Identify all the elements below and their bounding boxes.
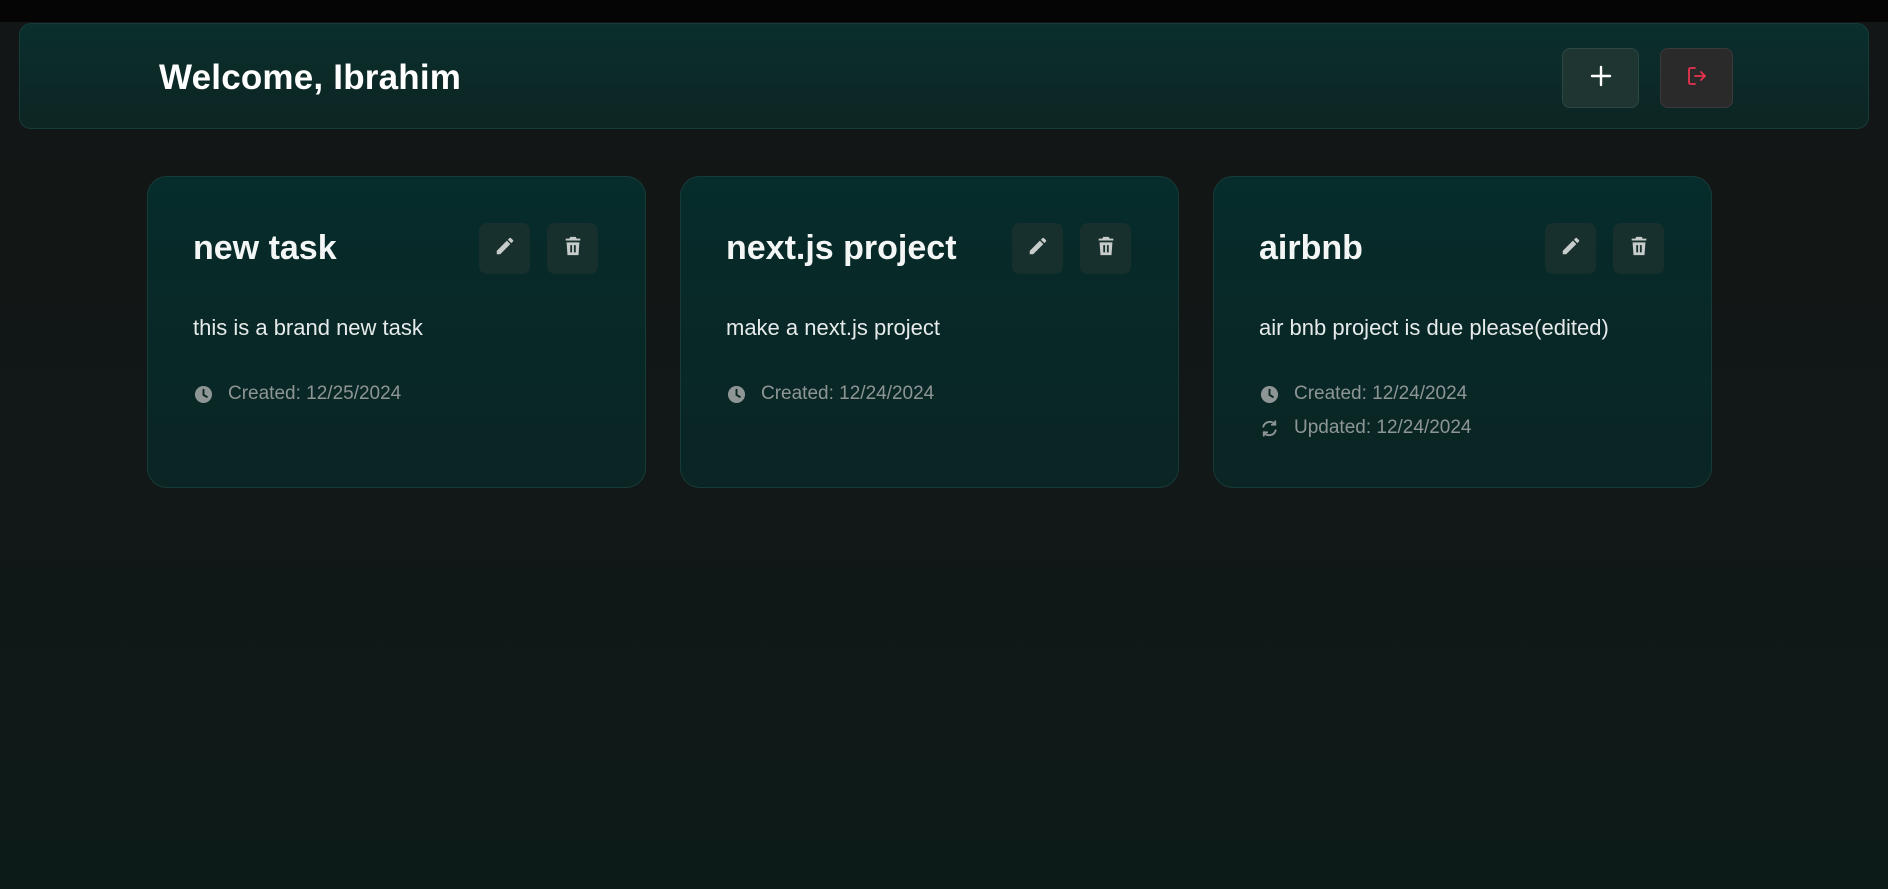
pencil-icon: [1560, 235, 1582, 262]
task-description: air bnb project is due please(edited): [1259, 315, 1609, 340]
clock-icon: [1259, 384, 1279, 404]
pencil-icon: [1027, 235, 1049, 262]
window-top-bar: [0, 0, 1888, 22]
updated-date-text: Updated: 12/24/2024: [1294, 417, 1472, 438]
clock-icon: [726, 384, 746, 404]
trash-icon: [562, 235, 584, 262]
task-card: airbnb air bnb project is due please(edi…: [1213, 176, 1712, 488]
task-title: new task: [193, 229, 337, 267]
page-header: Welcome, Ibrahim: [19, 23, 1869, 129]
pencil-icon: [494, 235, 516, 262]
edit-task-button[interactable]: [1545, 223, 1596, 274]
task-title: airbnb: [1259, 229, 1363, 267]
clock-icon: [193, 384, 213, 404]
welcome-title: Welcome, Ibrahim: [159, 58, 462, 97]
edit-task-button[interactable]: [479, 223, 530, 274]
task-card: next.js project make a next.js project C…: [680, 176, 1179, 488]
created-date-text: Created: 12/24/2024: [1294, 383, 1468, 404]
trash-icon: [1628, 235, 1650, 262]
logout-button[interactable]: [1660, 48, 1733, 108]
add-task-button[interactable]: [1562, 48, 1639, 108]
task-description: make a next.js project: [726, 315, 940, 340]
trash-icon: [1095, 235, 1117, 262]
task-description: this is a brand new task: [193, 315, 423, 340]
created-date: Created: 12/25/2024: [193, 383, 401, 405]
created-date-text: Created: 12/24/2024: [761, 383, 935, 404]
delete-task-button[interactable]: [1080, 223, 1131, 274]
created-date: Created: 12/24/2024: [726, 383, 934, 405]
created-date: Created: 12/24/2024: [1259, 383, 1467, 405]
delete-task-button[interactable]: [1613, 223, 1664, 274]
plus-icon: [1590, 65, 1612, 92]
logout-icon: [1686, 65, 1708, 92]
refresh-icon: [1259, 418, 1279, 438]
created-date-text: Created: 12/25/2024: [228, 383, 402, 404]
updated-date: Updated: 12/24/2024: [1259, 417, 1472, 439]
delete-task-button[interactable]: [547, 223, 598, 274]
task-title: next.js project: [726, 229, 957, 267]
task-card: new task this is a brand new task Create…: [147, 176, 646, 488]
edit-task-button[interactable]: [1012, 223, 1063, 274]
